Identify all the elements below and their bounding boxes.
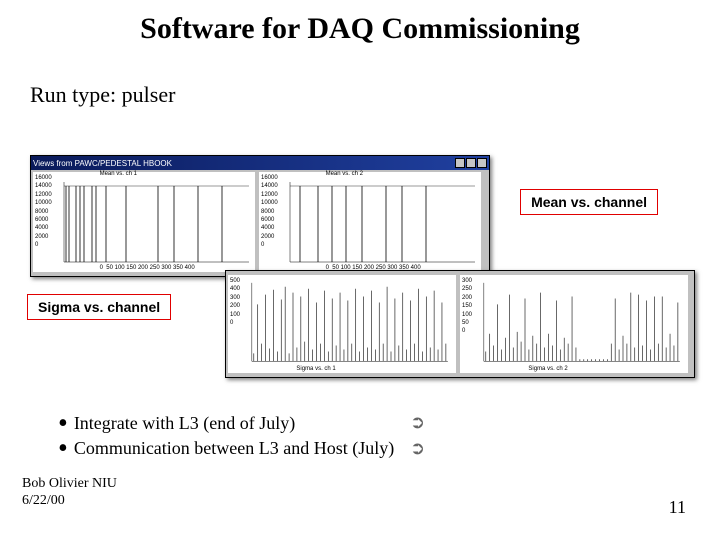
sigma1-svg bbox=[228, 275, 456, 373]
label-mean-vs-channel: Mean vs. channel bbox=[520, 189, 658, 215]
plot-title: Mean vs. ch 2 bbox=[326, 171, 363, 177]
sigma2-svg bbox=[460, 275, 688, 373]
mean2-svg bbox=[259, 172, 481, 272]
plot-mean-ch2: Mean vs. ch 2 16000140001200010000800060… bbox=[259, 172, 481, 272]
screenshot-area: Views from PAWC/PEDESTAL HBOOK Mean vs. … bbox=[30, 155, 580, 380]
y-ticks: 1600014000120001000080006000400020000 bbox=[35, 174, 52, 250]
author-name: Bob Olivier NIU bbox=[22, 476, 117, 491]
author-date: 6/22/00 bbox=[22, 493, 65, 508]
plot-title: Mean vs. ch 1 bbox=[100, 171, 137, 177]
y-ticks: 1600014000120001000080006000400020000 bbox=[261, 174, 278, 250]
mean1-svg bbox=[33, 172, 255, 272]
bullet-dot-icon: • bbox=[58, 442, 68, 456]
maximize-icon[interactable] bbox=[466, 158, 476, 168]
bullet-item: • Integrate with L3 (end of July) bbox=[58, 412, 394, 435]
y-ticks: 300250200150100500 bbox=[462, 277, 472, 336]
x-axis-label: Sigma vs. ch 1 bbox=[296, 366, 335, 372]
pedestal-window-mean: Views from PAWC/PEDESTAL HBOOK Mean vs. … bbox=[30, 155, 490, 277]
bullet-dot-icon: • bbox=[58, 417, 68, 431]
page-number: 11 bbox=[669, 497, 686, 518]
slide-subtitle: Run type: pulser bbox=[30, 82, 175, 108]
y-ticks: 5004003002001000 bbox=[230, 277, 240, 327]
minimize-icon[interactable] bbox=[455, 158, 465, 168]
bullet-text: Communication between L3 and Host (July) bbox=[74, 437, 394, 460]
pedestal-window-sigma: 5004003002001000 Sigma vs. ch 1 30025020… bbox=[225, 270, 695, 378]
bullet-text: Integrate with L3 (end of July) bbox=[74, 412, 295, 435]
close-icon[interactable] bbox=[477, 158, 487, 168]
window-titlebar: Views from PAWC/PEDESTAL HBOOK bbox=[31, 156, 489, 170]
plot-mean-ch1: Mean vs. ch 1 16000140001200010000800060… bbox=[33, 172, 255, 272]
label-sigma-vs-channel: Sigma vs. channel bbox=[27, 294, 171, 320]
footer-author: Bob Olivier NIU 6/22/00 bbox=[22, 476, 117, 510]
window-buttons bbox=[455, 158, 487, 168]
bullet-list: • Integrate with L3 (end of July) • Comm… bbox=[58, 412, 394, 463]
window-title-text: Views from PAWC/PEDESTAL HBOOK bbox=[33, 159, 172, 168]
x-ticks: 0 50 100 150 200 250 300 350 400 bbox=[100, 265, 195, 271]
status-icon: ➲ bbox=[410, 412, 425, 433]
slide-title: Software for DAQ Commissioning bbox=[0, 12, 720, 46]
plot-sigma-ch2: 300250200150100500 Sigma vs. ch 2 bbox=[460, 275, 688, 373]
bullet-item: • Communication between L3 and Host (Jul… bbox=[58, 437, 394, 460]
x-axis-label: Sigma vs. ch 2 bbox=[528, 366, 567, 372]
status-icon: ➲ bbox=[410, 438, 425, 459]
plot-sigma-ch1: 5004003002001000 Sigma vs. ch 1 bbox=[228, 275, 456, 373]
